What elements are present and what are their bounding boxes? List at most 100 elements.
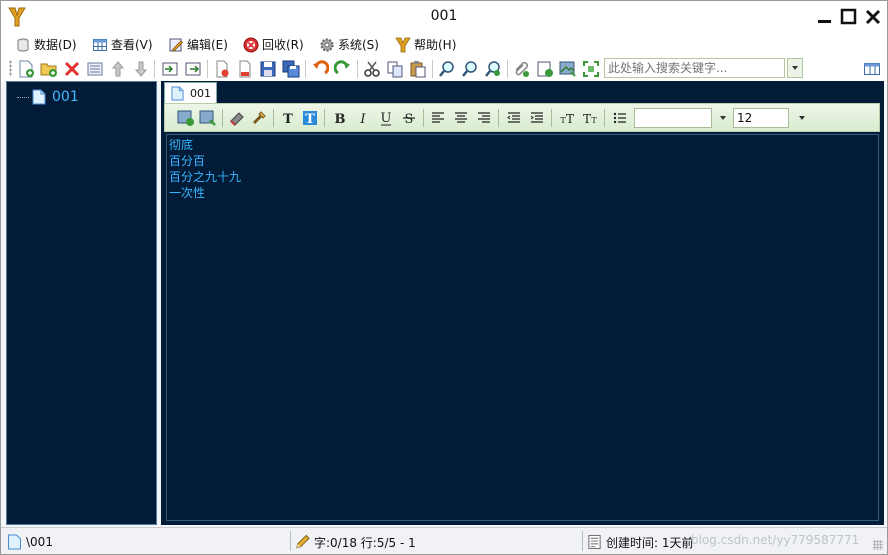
align-left-icon — [432, 112, 444, 123]
format-separator — [498, 109, 499, 127]
insert-image-button[interactable] — [177, 109, 195, 127]
move-up-icon[interactable] — [109, 60, 127, 78]
resize-grip[interactable] — [873, 540, 883, 550]
search-dropdown-button[interactable] — [787, 58, 803, 78]
eraser-icon — [230, 112, 244, 126]
toolbar-separator — [432, 60, 433, 78]
list-icon[interactable] — [86, 60, 104, 78]
delete-icon[interactable] — [63, 60, 81, 78]
redo-icon[interactable] — [334, 60, 352, 78]
undo-icon[interactable] — [311, 60, 329, 78]
recycle-icon — [243, 37, 259, 52]
menu-edit[interactable]: 编辑(E) — [168, 35, 228, 54]
font-size-dropdown[interactable] — [793, 108, 811, 128]
italic-button[interactable]: I — [354, 109, 372, 127]
svg-text:I: I — [359, 112, 366, 127]
gear-icon — [320, 37, 334, 52]
toolbar-grip[interactable] — [9, 60, 12, 77]
format-separator — [222, 109, 223, 127]
menu-system-label: 系统(S) — [338, 38, 379, 52]
import-icon[interactable] — [161, 60, 179, 78]
menu-data-label: 数据(D) — [34, 38, 77, 52]
strikethrough-icon: S — [403, 112, 415, 127]
format-painter-button[interactable] — [250, 109, 268, 127]
bullet-list-button[interactable] — [611, 109, 629, 127]
align-center-button[interactable] — [452, 109, 470, 127]
status-separator — [290, 531, 291, 551]
cut-icon[interactable] — [363, 60, 381, 78]
menu-help[interactable]: 帮助(H) — [395, 35, 456, 54]
text-color-button[interactable]: T — [279, 109, 297, 127]
font-family-select[interactable] — [634, 108, 712, 128]
layout-icon[interactable] — [863, 60, 881, 78]
new-folder-icon[interactable] — [40, 60, 58, 78]
find-icon[interactable] — [438, 60, 456, 78]
menu-bar: 数据(D) 查看(V) 编辑(E) 回收(R) 系统(S) 帮助(H) — [1, 32, 887, 56]
tab-001[interactable]: 001 — [164, 82, 217, 103]
decrease-font-button[interactable]: TT — [581, 109, 599, 127]
indent-button[interactable] — [528, 109, 546, 127]
chevron-down-icon — [720, 116, 726, 120]
page-red-icon[interactable] — [213, 60, 231, 78]
document-icon — [171, 86, 184, 100]
align-right-button[interactable] — [475, 109, 493, 127]
image-icon[interactable] — [559, 60, 577, 78]
font-size-increase-icon: TT — [560, 112, 574, 126]
fullscreen-icon[interactable] — [582, 60, 600, 78]
tree-item-label: 001 — [52, 89, 79, 105]
toolbar-separator — [507, 60, 508, 78]
attachment-icon[interactable] — [513, 60, 531, 78]
page-export-icon[interactable] — [236, 60, 254, 78]
align-left-button[interactable] — [429, 109, 447, 127]
save-icon[interactable] — [259, 60, 277, 78]
export-image-button[interactable] — [199, 109, 217, 127]
outdent-button[interactable] — [505, 109, 523, 127]
save-all-icon[interactable] — [282, 60, 300, 78]
editor-line: 百分之九十九 — [169, 170, 242, 184]
increase-font-button[interactable]: TT — [558, 109, 576, 127]
note-editor[interactable]: 彻底 百分百 百分之九十九 一次性 — [166, 134, 879, 521]
move-down-icon[interactable] — [132, 60, 150, 78]
menu-recycle[interactable]: 回收(R) — [243, 35, 304, 54]
export-icon[interactable] — [184, 60, 202, 78]
tab-label: 001 — [190, 86, 211, 100]
edit-icon — [169, 38, 184, 52]
clear-format-button[interactable] — [228, 109, 246, 127]
font-family-dropdown[interactable] — [714, 108, 732, 128]
minimize-icon[interactable] — [815, 7, 835, 27]
title-bar[interactable]: 001 — [1, 1, 887, 32]
format-toolbar: T T B I U S T T T T 12 — [164, 103, 880, 132]
copy-icon[interactable] — [386, 60, 404, 78]
font-size-select[interactable]: 12 — [733, 108, 789, 128]
format-separator — [324, 109, 325, 127]
note-export-icon[interactable] — [536, 60, 554, 78]
menu-view[interactable]: 查看(V) — [92, 35, 153, 54]
bold-icon: B — [335, 112, 346, 127]
highlight-button[interactable]: T — [301, 109, 319, 127]
tree-connector — [17, 96, 29, 98]
format-separator — [604, 109, 605, 127]
paste-icon[interactable] — [409, 60, 427, 78]
bold-button[interactable]: B — [331, 109, 349, 127]
format-separator — [273, 109, 274, 127]
outdent-icon — [507, 112, 520, 123]
menu-system[interactable]: 系统(S) — [319, 35, 379, 54]
tree-item[interactable]: 001 — [17, 87, 79, 107]
window-title: 001 — [430, 8, 458, 24]
search-input[interactable] — [604, 58, 785, 78]
menu-data[interactable]: 数据(D) — [15, 35, 77, 54]
find-next-icon[interactable] — [461, 60, 479, 78]
svg-text:T: T — [305, 112, 315, 127]
strikethrough-button[interactable]: S — [400, 109, 418, 127]
editor-line: 一次性 — [169, 186, 206, 200]
replace-icon[interactable] — [484, 60, 502, 78]
editor-line: 彻底 — [169, 138, 194, 152]
maximize-icon[interactable] — [839, 7, 859, 27]
close-icon[interactable] — [863, 7, 883, 27]
toolbar-separator — [207, 60, 208, 78]
svg-text:B: B — [335, 112, 346, 127]
status-path-text: \001 — [26, 535, 53, 549]
editor-line: 百分百 — [169, 154, 206, 168]
new-document-icon[interactable] — [17, 60, 35, 78]
underline-button[interactable]: U — [377, 109, 395, 127]
